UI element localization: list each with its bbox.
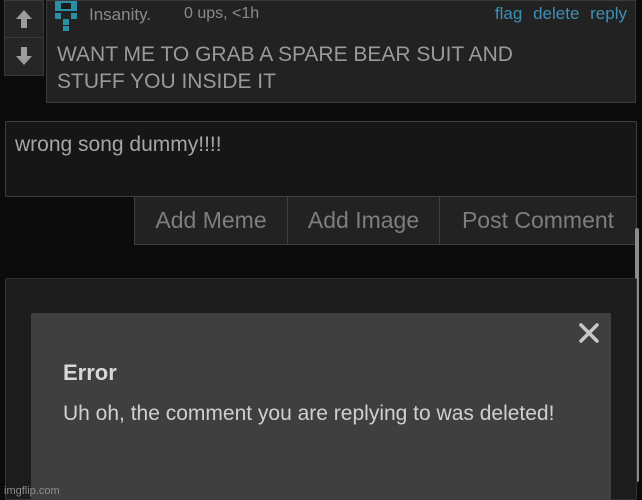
modal-title: Error bbox=[63, 360, 117, 385]
error-modal: Error Uh oh, the comment you are replyin… bbox=[31, 313, 611, 500]
watermark: imgflip.com bbox=[4, 485, 60, 497]
downvote-button[interactable] bbox=[5, 38, 43, 74]
comment-text: WANT ME TO GRAB A SPARE BEAR SUIT AND ST… bbox=[57, 41, 617, 95]
flag-link[interactable]: flag bbox=[495, 4, 522, 23]
comment-meta: 0 ups, <1h bbox=[184, 5, 260, 22]
reply-input-value: wrong song dummy!!!! bbox=[15, 133, 222, 156]
reply-button-row: Add Meme Add Image Post Comment bbox=[134, 197, 637, 245]
add-image-button[interactable]: Add Image bbox=[288, 197, 440, 244]
modal-message: Uh oh, the comment you are replying to w… bbox=[63, 402, 555, 425]
comment-text-line2: STUFF YOU INSIDE IT bbox=[57, 70, 276, 93]
add-meme-button[interactable]: Add Meme bbox=[135, 197, 288, 244]
avatar[interactable] bbox=[53, 1, 79, 31]
reply-textarea[interactable]: wrong song dummy!!!! bbox=[5, 121, 637, 197]
parent-comment: Insanity. 0 ups, <1h flag delete reply W… bbox=[46, 0, 636, 103]
arrow-down-icon bbox=[16, 47, 32, 65]
post-comment-button[interactable]: Post Comment bbox=[440, 197, 636, 244]
arrow-up-icon bbox=[16, 10, 32, 28]
comment-text-line1: WANT ME TO GRAB A SPARE BEAR SUIT AND bbox=[57, 43, 513, 66]
upvote-button[interactable] bbox=[5, 1, 43, 38]
comment-username[interactable]: Insanity. bbox=[89, 5, 151, 25]
vote-column bbox=[4, 0, 44, 76]
close-icon[interactable] bbox=[577, 321, 601, 345]
delete-link[interactable]: delete bbox=[533, 4, 579, 23]
reply-link[interactable]: reply bbox=[590, 4, 627, 23]
comment-actions: flag delete reply bbox=[489, 4, 627, 24]
